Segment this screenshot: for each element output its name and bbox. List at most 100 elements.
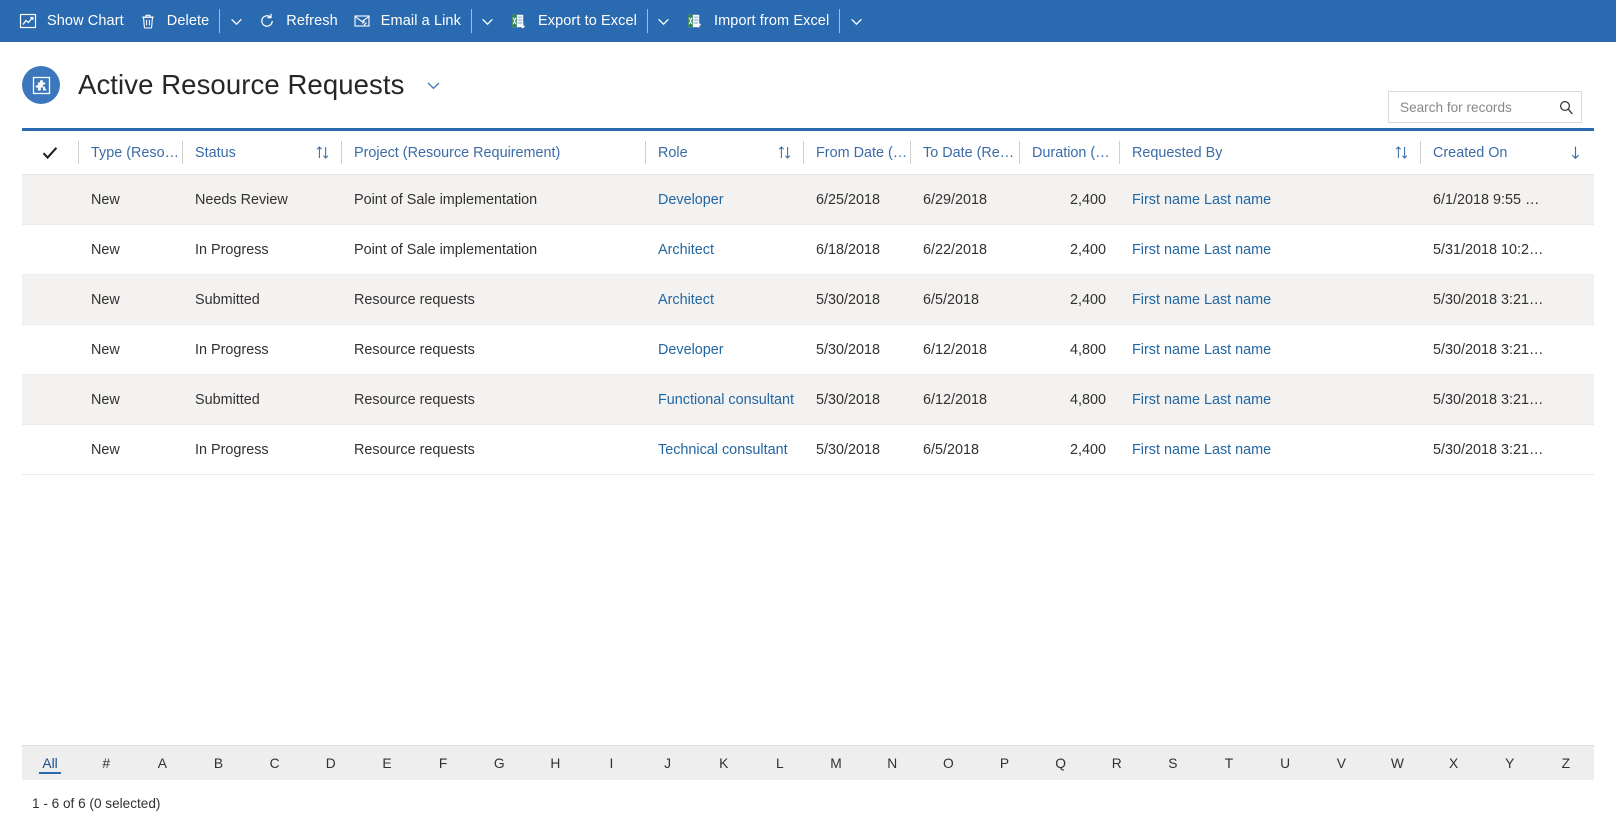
column-header-status[interactable]: Status: [182, 131, 341, 174]
cell-requested-by-text[interactable]: First name Last name: [1132, 342, 1271, 358]
row-select-checkbox[interactable]: [22, 425, 78, 474]
import-from-excel-dropdown-button[interactable]: [839, 0, 873, 42]
alpha-filter-o[interactable]: O: [920, 746, 976, 780]
alpha-filter-r[interactable]: R: [1089, 746, 1145, 780]
alpha-filter-g[interactable]: G: [471, 746, 527, 780]
export-to-excel-dropdown-button[interactable]: [647, 0, 681, 42]
table-row[interactable]: NewNeeds ReviewPoint of Sale implementat…: [22, 175, 1594, 225]
delete-dropdown-button[interactable]: [219, 0, 253, 42]
alpha-filter-h[interactable]: H: [527, 746, 583, 780]
row-select-checkbox[interactable]: [22, 375, 78, 424]
cell-requested-by[interactable]: First name Last name: [1119, 425, 1420, 474]
alpha-filter-m[interactable]: M: [808, 746, 864, 780]
table-row[interactable]: NewSubmittedResource requestsFunctional …: [22, 375, 1594, 425]
cell-duration-text: 2,400: [1070, 192, 1106, 208]
cell-requested-by-text[interactable]: First name Last name: [1132, 292, 1271, 308]
alpha-filter-f[interactable]: F: [415, 746, 471, 780]
cell-role-text[interactable]: Developer: [658, 342, 724, 358]
cell-role[interactable]: Architect: [645, 225, 803, 274]
cell-role-text[interactable]: Architect: [658, 242, 714, 258]
cell-status: In Progress: [182, 425, 341, 474]
row-select-checkbox[interactable]: [22, 225, 78, 274]
cell-role[interactable]: Technical consultant: [645, 425, 803, 474]
alpha-filter-p[interactable]: P: [976, 746, 1032, 780]
column-header-created-on[interactable]: Created On: [1420, 131, 1594, 174]
alpha-filter-all[interactable]: All: [22, 746, 78, 780]
cell-role[interactable]: Architect: [645, 275, 803, 324]
column-header-from-date[interactable]: From Date (…: [803, 131, 910, 174]
cell-requested-by[interactable]: First name Last name: [1119, 325, 1420, 374]
view-selector-button[interactable]: [421, 71, 446, 100]
refresh-button[interactable]: Refresh: [253, 0, 347, 42]
alpha-filter-hash[interactable]: #: [78, 746, 134, 780]
cell-duration-text: 2,400: [1070, 442, 1106, 458]
alpha-filter-j[interactable]: J: [640, 746, 696, 780]
column-header-role[interactable]: Role: [645, 131, 803, 174]
cell-role-text[interactable]: Architect: [658, 292, 714, 308]
column-header-status-label: Status: [195, 145, 236, 161]
search-input[interactable]: [1400, 100, 1557, 115]
alpha-filter-w[interactable]: W: [1369, 746, 1425, 780]
page-title: Active Resource Requests: [78, 69, 404, 101]
cell-requested-by-text[interactable]: First name Last name: [1132, 242, 1271, 258]
alpha-filter-k[interactable]: K: [696, 746, 752, 780]
alpha-filter-x[interactable]: X: [1426, 746, 1482, 780]
cell-requested-by[interactable]: First name Last name: [1119, 225, 1420, 274]
cell-requested-by[interactable]: First name Last name: [1119, 375, 1420, 424]
sort-toggle-icon[interactable]: [1395, 145, 1420, 160]
alpha-filter-t[interactable]: T: [1201, 746, 1257, 780]
alpha-filter-i[interactable]: I: [583, 746, 639, 780]
search-icon[interactable]: [1557, 99, 1575, 116]
import-from-excel-button[interactable]: Import from Excel: [681, 0, 839, 42]
alpha-filter-b[interactable]: B: [190, 746, 246, 780]
cell-role-text[interactable]: Technical consultant: [658, 442, 788, 458]
cell-requested-by-text[interactable]: First name Last name: [1132, 442, 1271, 458]
column-header-duration[interactable]: Duration (R…: [1019, 131, 1119, 174]
sort-toggle-icon[interactable]: [778, 145, 803, 160]
alpha-filter-v[interactable]: V: [1313, 746, 1369, 780]
cell-requested-by-text[interactable]: First name Last name: [1132, 192, 1271, 208]
alpha-filter-e[interactable]: E: [359, 746, 415, 780]
email-a-link-dropdown-button[interactable]: [471, 0, 505, 42]
table-row[interactable]: NewIn ProgressPoint of Sale implementati…: [22, 225, 1594, 275]
export-to-excel-button[interactable]: Export to Excel: [505, 0, 647, 42]
alpha-filter-s[interactable]: S: [1145, 746, 1201, 780]
delete-button[interactable]: Delete: [134, 0, 220, 42]
sort-descending-icon[interactable]: [1569, 145, 1594, 160]
row-select-checkbox[interactable]: [22, 275, 78, 324]
column-header-project[interactable]: Project (Resource Requirement): [341, 131, 645, 174]
cell-role[interactable]: Developer: [645, 175, 803, 224]
page-header: Active Resource Requests: [0, 42, 1616, 128]
column-header-type[interactable]: Type (Reso…): [78, 131, 182, 174]
search-box[interactable]: [1388, 91, 1582, 123]
sort-toggle-icon[interactable]: [316, 145, 341, 160]
row-select-checkbox[interactable]: [22, 175, 78, 224]
alpha-filter-l[interactable]: L: [752, 746, 808, 780]
alpha-filter-c[interactable]: C: [247, 746, 303, 780]
table-row[interactable]: NewIn ProgressResource requestsDeveloper…: [22, 325, 1594, 375]
alpha-filter-d[interactable]: D: [303, 746, 359, 780]
alpha-filter-n[interactable]: N: [864, 746, 920, 780]
cell-type-text: New: [91, 242, 120, 258]
cell-requested-by-text[interactable]: First name Last name: [1132, 392, 1271, 408]
app-root: Show Chart Delete R: [0, 0, 1616, 826]
alpha-filter-q[interactable]: Q: [1033, 746, 1089, 780]
column-header-requested-by[interactable]: Requested By: [1119, 131, 1420, 174]
alpha-filter-y[interactable]: Y: [1482, 746, 1538, 780]
table-row[interactable]: NewSubmittedResource requestsArchitect5/…: [22, 275, 1594, 325]
cell-role[interactable]: Functional consultant: [645, 375, 803, 424]
cell-requested-by[interactable]: First name Last name: [1119, 175, 1420, 224]
cell-role[interactable]: Developer: [645, 325, 803, 374]
table-row[interactable]: NewIn ProgressResource requestsTechnical…: [22, 425, 1594, 475]
row-select-checkbox[interactable]: [22, 325, 78, 374]
alpha-filter-u[interactable]: U: [1257, 746, 1313, 780]
cell-requested-by[interactable]: First name Last name: [1119, 275, 1420, 324]
alpha-filter-z[interactable]: Z: [1538, 746, 1594, 780]
cell-role-text[interactable]: Functional consultant: [658, 392, 794, 408]
column-header-to-date[interactable]: To Date (Re…: [910, 131, 1019, 174]
select-all-checkbox[interactable]: [22, 131, 78, 174]
alpha-filter-a[interactable]: A: [134, 746, 190, 780]
show-chart-button[interactable]: Show Chart: [14, 0, 134, 42]
cell-role-text[interactable]: Developer: [658, 192, 724, 208]
email-a-link-button[interactable]: Email a Link: [348, 0, 471, 42]
